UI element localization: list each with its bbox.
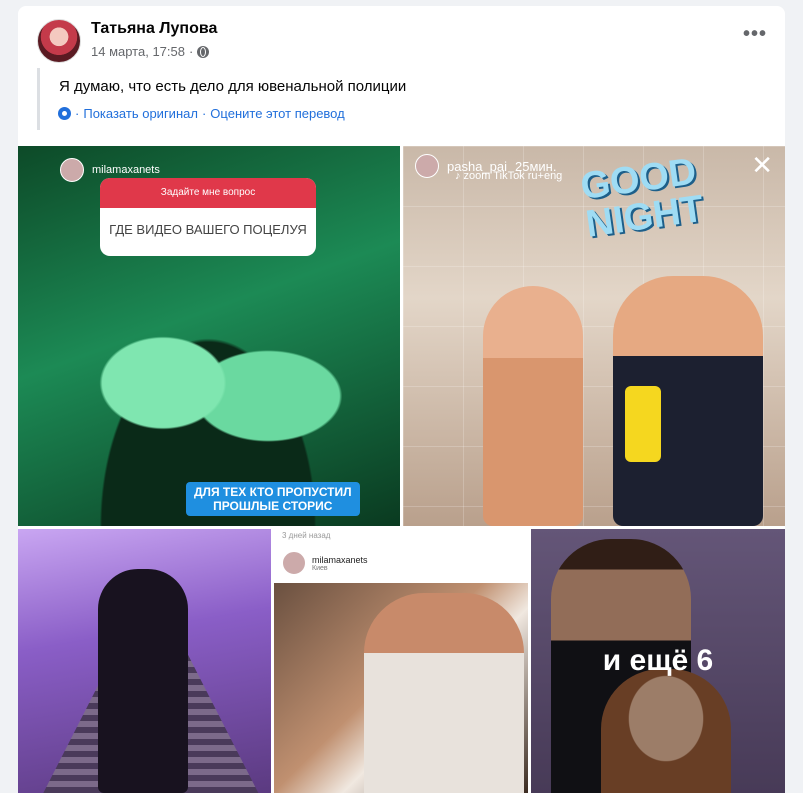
post-meta: 14 марта, 17:58 · bbox=[91, 44, 210, 59]
photo-2-music: ♪ zoom TikTok ru+eng bbox=[455, 170, 563, 182]
caption-line-1: ДЛЯ ТЕХ КТО ПРОПУСТИЛ bbox=[194, 485, 352, 499]
photo-3-couple bbox=[98, 569, 188, 793]
photo-3[interactable] bbox=[18, 529, 271, 793]
more-photos-label[interactable]: и ещё 6 bbox=[531, 529, 785, 793]
photo-1-avatar bbox=[60, 158, 84, 182]
photo-4[interactable]: 3 дней назад milamaxanets Киев bbox=[274, 529, 528, 793]
question-sticker: Задайте мне вопрос ГДЕ ВИДЕО ВАШЕГО ПОЦЕ… bbox=[100, 178, 316, 256]
photo-4-location: Киев bbox=[312, 564, 328, 572]
translation-bar: · Показать оригинал · Оцените этот перев… bbox=[58, 106, 345, 121]
post-date[interactable]: 14 марта, 17:58 bbox=[91, 44, 185, 59]
photo-2[interactable]: GOOD NIGHT pasha_pai 25мин. ♪ zoom TikTo… bbox=[403, 146, 785, 526]
photo-4-person bbox=[364, 593, 524, 793]
caption-line-2: ПРОШЛЫЕ СТОРИС bbox=[213, 499, 333, 513]
photo-grid: milamaxanets Задайте мне вопрос ГДЕ ВИДЕ… bbox=[18, 146, 785, 793]
photo-4-avatar bbox=[282, 551, 306, 575]
rate-translation-link[interactable]: Оцените этот перевод bbox=[210, 106, 344, 121]
photo-1[interactable]: milamaxanets Задайте мне вопрос ГДЕ ВИДЕ… bbox=[18, 146, 400, 526]
question-text: ГДЕ ВИДЕО ВАШЕГО ПОЦЕЛУЯ bbox=[109, 222, 307, 237]
photo-4-header: milamaxanets Киев bbox=[282, 551, 368, 575]
close-icon: ✕ bbox=[751, 150, 773, 180]
photo-1-username: milamaxanets bbox=[92, 164, 160, 176]
more-options-icon[interactable]: ••• bbox=[743, 24, 767, 44]
translation-dot-1: · bbox=[75, 106, 80, 121]
post-text: Я думаю, что есть дело для ювенальной по… bbox=[59, 78, 407, 95]
photo-4-days: 3 дней назад bbox=[282, 531, 331, 540]
show-original-link[interactable]: Показать оригинал bbox=[83, 106, 198, 121]
phone-image bbox=[625, 386, 661, 462]
globe-icon[interactable] bbox=[197, 45, 210, 58]
author-name[interactable]: Татьяна Лупова bbox=[91, 20, 217, 38]
good-night-sticker: GOOD NIGHT bbox=[578, 150, 706, 245]
translation-dot-2: · bbox=[201, 106, 207, 121]
photo-2-avatar bbox=[415, 154, 439, 178]
post-card: Татьяна Лупова 14 марта, 17:58 · ••• Я д… bbox=[18, 6, 785, 793]
question-prompt: Задайте мне вопрос bbox=[100, 178, 316, 208]
photo-2-person-left bbox=[483, 286, 583, 526]
author-avatar[interactable] bbox=[37, 19, 81, 63]
meta-separator: · bbox=[188, 44, 194, 59]
photo-5[interactable]: и ещё 6 bbox=[531, 529, 785, 793]
photo-4-image bbox=[274, 583, 528, 793]
photo-1-caption: ДЛЯ ТЕХ КТО ПРОПУСТИЛ ПРОШЛЫЕ СТОРИС bbox=[186, 482, 360, 516]
post-header: Татьяна Лупова 14 марта, 17:58 · ••• bbox=[18, 6, 785, 66]
gear-icon[interactable] bbox=[58, 107, 71, 120]
photo-4-username: milamaxanets bbox=[312, 554, 368, 565]
